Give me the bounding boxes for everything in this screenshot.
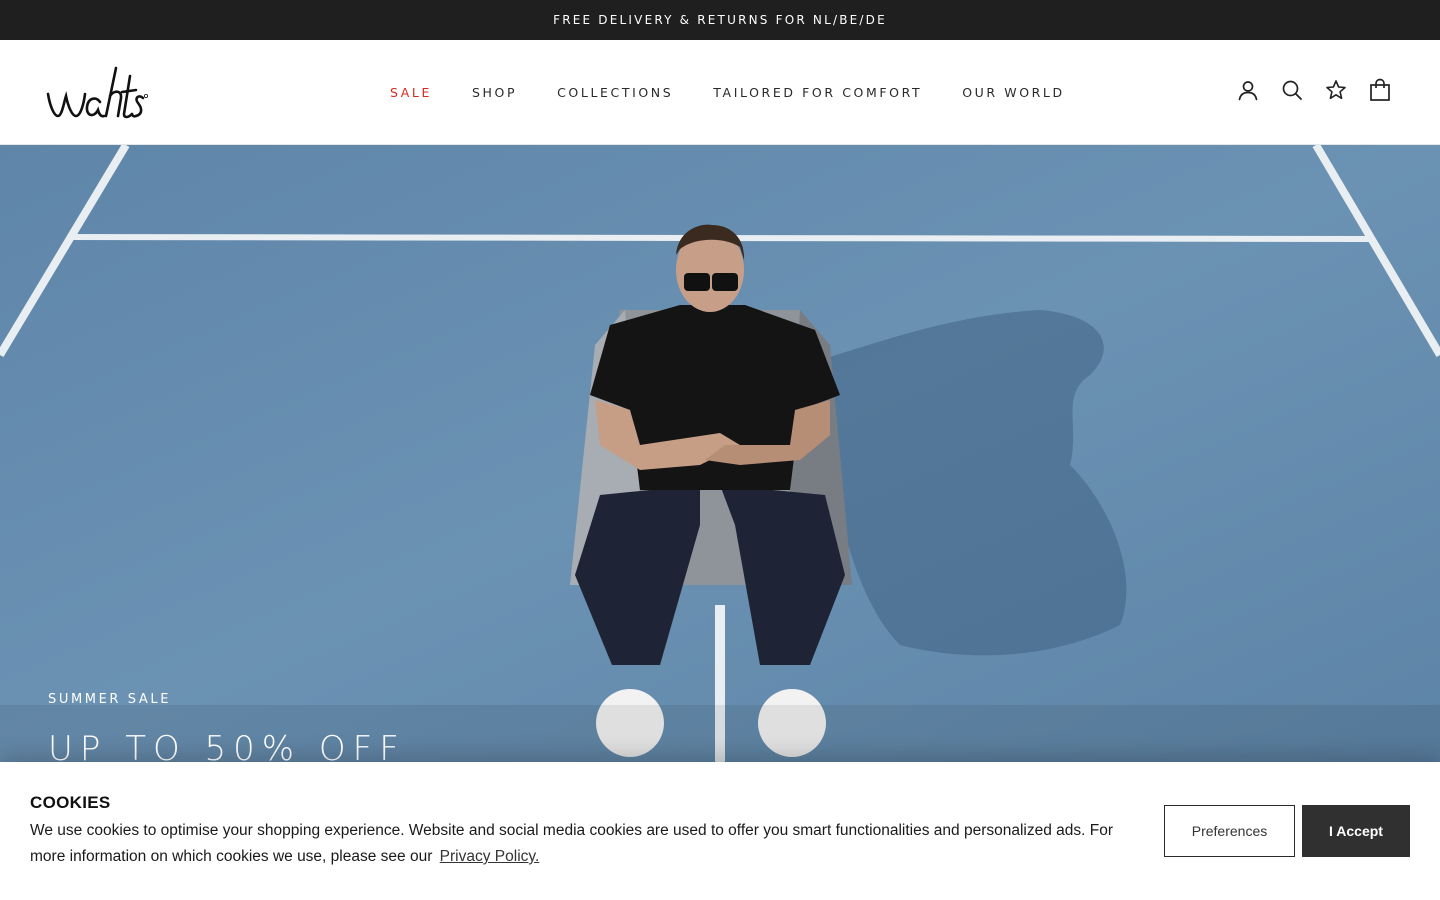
- nav-item-sale[interactable]: SALE: [390, 85, 432, 100]
- announcement-bar: FREE DELIVERY & RETURNS FOR NL/BE/DE: [0, 0, 1440, 40]
- search-icon[interactable]: [1280, 78, 1304, 102]
- wahts-logo-icon: [46, 66, 149, 119]
- hero-title: UP TO 50% OFF: [48, 729, 406, 762]
- announcement-text: FREE DELIVERY & RETURNS FOR NL/BE/DE: [553, 13, 887, 27]
- cart-bag-icon[interactable]: [1368, 78, 1392, 102]
- hero-eyebrow: SUMMER SALE: [48, 692, 172, 707]
- nav-item-our-world[interactable]: OUR WORLD: [962, 85, 1065, 100]
- brand-logo[interactable]: [46, 62, 150, 124]
- cookie-text: We use cookies to optimise your shopping…: [30, 818, 1130, 870]
- cookie-title: COOKIES: [30, 793, 111, 812]
- nav-item-shop[interactable]: SHOP: [472, 85, 517, 100]
- nav-item-tailored-for-comfort[interactable]: TAILORED FOR COMFORT: [713, 85, 922, 100]
- cookie-banner: COOKIES We use cookies to optimise your …: [0, 762, 1440, 900]
- main-nav: SALE SHOP COLLECTIONS TAILORED FOR COMFO…: [390, 40, 1065, 145]
- preferences-button[interactable]: Preferences: [1164, 805, 1295, 857]
- hero-banner[interactable]: SUMMER SALE UP TO 50% OFF: [0, 145, 1440, 762]
- wishlist-star-icon[interactable]: [1324, 78, 1348, 102]
- cookie-body-text: We use cookies to optimise your shopping…: [30, 822, 1114, 865]
- nav-item-collections[interactable]: COLLECTIONS: [557, 85, 673, 100]
- accept-cookies-button[interactable]: I Accept: [1302, 805, 1410, 857]
- privacy-policy-link[interactable]: Privacy Policy.: [440, 848, 540, 865]
- header-actions: [1236, 78, 1392, 102]
- hero-image: [0, 145, 1440, 762]
- account-icon[interactable]: [1236, 78, 1260, 102]
- site-header: SALE SHOP COLLECTIONS TAILORED FOR COMFO…: [0, 40, 1440, 145]
